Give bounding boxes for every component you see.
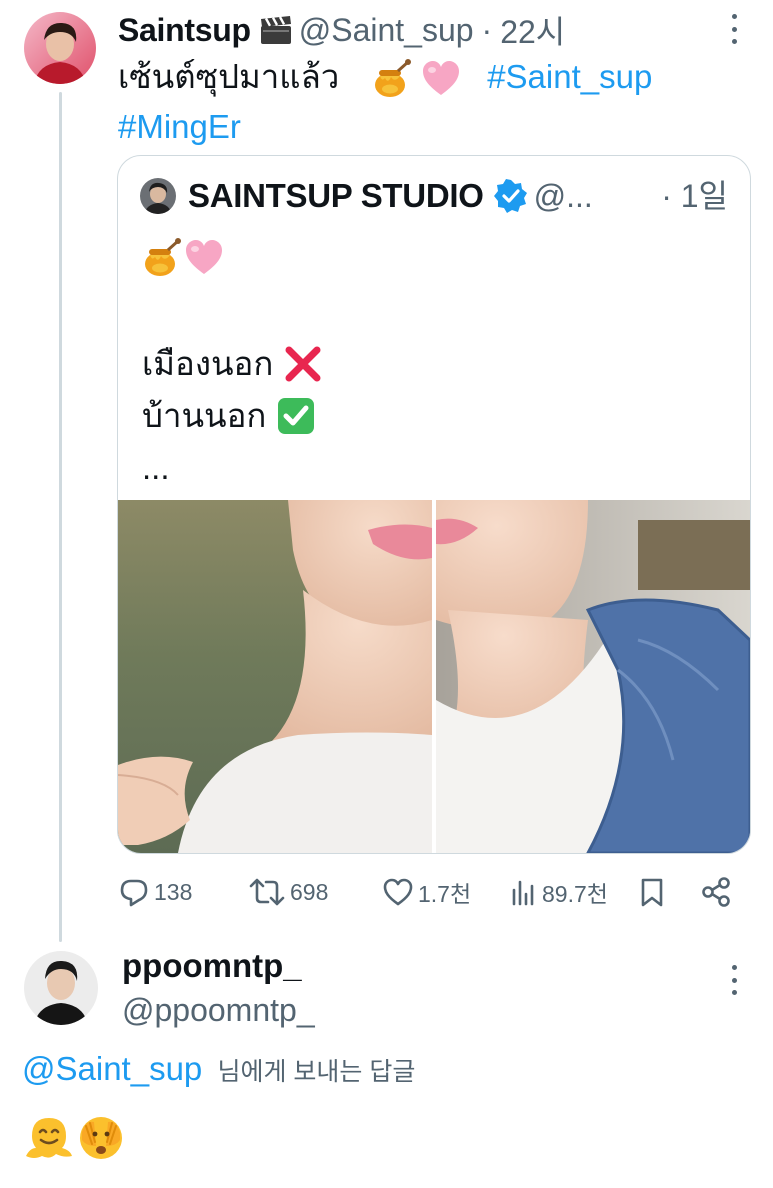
quoted-time-value: 1일 (680, 178, 728, 214)
pink-heart-icon (184, 238, 224, 278)
hashtag-minger[interactable]: #MingEr (118, 108, 241, 145)
views-chart-icon (512, 880, 534, 906)
reply-avatar-image (24, 951, 98, 1025)
post-header: Saintsup @Saint_sup · 22시 (118, 7, 565, 53)
quoted-line-2-text: บ้านนอก (142, 397, 267, 434)
honey-pot-icon (142, 238, 182, 278)
like-count: 1.7천 (418, 881, 472, 907)
pink-heart-icon (421, 59, 461, 99)
post-time[interactable]: 22시 (500, 7, 565, 53)
quoted-post-header: SAINTSUP STUDIO @... (140, 174, 740, 218)
face-with-peeking-eye-icon (76, 1112, 126, 1162)
quoted-user-handle[interactable]: @... (534, 178, 593, 215)
hashtag-saint-sup[interactable]: #Saint_sup (487, 58, 652, 95)
repost-icon (249, 878, 285, 906)
reply-button[interactable]: 138 (118, 872, 192, 912)
heart-icon (383, 878, 413, 906)
quoted-post-card[interactable]: SAINTSUP STUDIO @... · 1일 เมืองนอก บ้านน… (117, 155, 751, 854)
bookmark-button[interactable] (638, 872, 666, 912)
post-body-text: เซ้นต์ซุปมาแล้ว (118, 58, 340, 95)
quoted-post-image[interactable] (118, 500, 750, 853)
post-text: เซ้นต์ซุปมาแล้ว #Saint_sup #MingEr (118, 52, 738, 152)
action-bar: 138 698 1.7천 89.7천 (118, 872, 738, 912)
reply-more-options-icon[interactable] (729, 965, 739, 995)
reply-user-handle[interactable]: @ppoomntp_ (122, 992, 315, 1029)
verified-badge-icon (493, 179, 528, 213)
reply-mention-link[interactable]: @Saint_sup (22, 1050, 202, 1087)
quoted-post-time[interactable]: · 1일 (661, 174, 728, 218)
quoted-separator-dot: · (661, 178, 672, 214)
reply-icon (120, 879, 148, 907)
reply-text (24, 1112, 126, 1164)
display-name[interactable]: Saintsup (118, 12, 251, 49)
reply-display-name[interactable]: ppoomntp_ (122, 947, 302, 985)
share-icon (702, 877, 730, 907)
avatar-image (24, 12, 96, 84)
like-button[interactable]: 1.7천 (382, 872, 471, 912)
repost-button[interactable]: 698 (248, 872, 328, 912)
views-count: 89.7천 (542, 881, 608, 907)
share-button[interactable] (700, 872, 732, 912)
user-handle[interactable]: @Saint_sup (299, 12, 474, 49)
reply-count: 138 (154, 878, 193, 905)
avatar-ppoomntp[interactable] (24, 951, 98, 1025)
honey-pot-icon (372, 59, 412, 99)
quoted-line-1: เมืองนอก (142, 342, 323, 386)
reply-mention-suffix: 님에게 보내는 답글 (217, 1058, 416, 1086)
quoted-display-name[interactable]: SAINTSUP STUDIO (188, 177, 484, 215)
clapper-board-icon (259, 15, 293, 45)
replying-to-line: @Saint_sup 님에게 보내는 답글 (22, 1050, 415, 1088)
repost-count: 698 (290, 878, 329, 905)
quoted-line-1-text: เมืองนอก (142, 345, 274, 382)
quoted-ellipsis: ... (142, 449, 170, 486)
avatar-saintsup[interactable] (24, 12, 96, 84)
views-button[interactable]: 89.7천 (510, 872, 608, 912)
green-check-icon (276, 396, 316, 436)
avatar-saintsup-studio[interactable] (140, 178, 176, 214)
quoted-line-2: บ้านนอก (142, 394, 316, 438)
more-options-icon[interactable] (729, 14, 739, 44)
bookmark-icon (641, 878, 663, 907)
quoted-emojis (142, 238, 224, 286)
separator-dot: · (481, 11, 493, 48)
thread-connector-line (59, 92, 62, 942)
melting-face-icon (24, 1112, 74, 1162)
red-cross-icon (283, 344, 323, 384)
